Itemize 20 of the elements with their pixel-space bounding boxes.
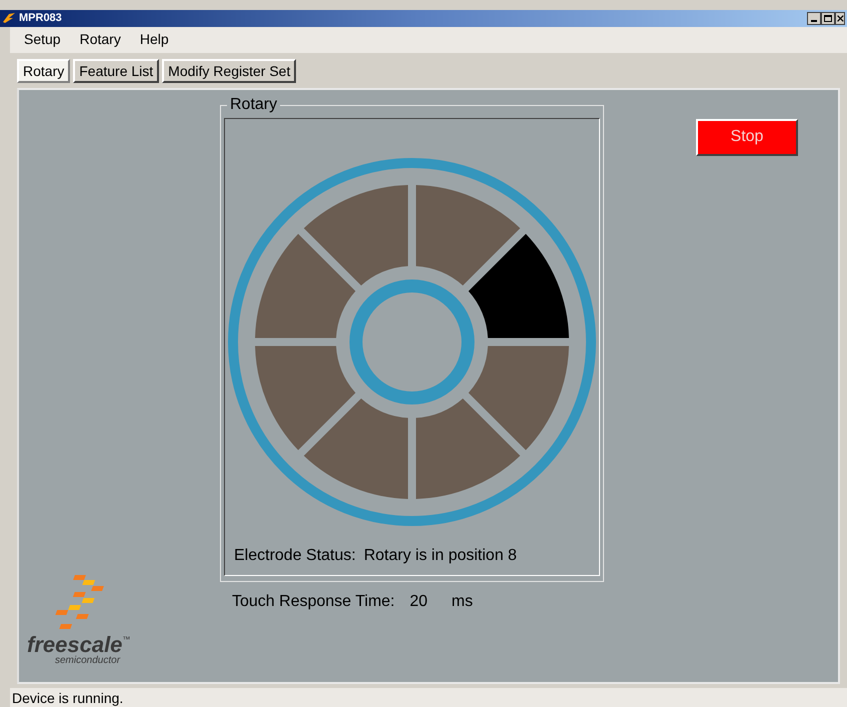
tab[interactable]: Modify Register Set — [162, 59, 296, 83]
maximize-icon[interactable] — [821, 12, 835, 25]
window-title: MPR083 — [19, 11, 62, 26]
menu-item[interactable]: Setup — [24, 29, 61, 50]
close-icon[interactable] — [835, 12, 845, 25]
tab[interactable]: Rotary — [17, 59, 70, 83]
touch-response-label: Touch Response Time: — [232, 592, 395, 612]
status-value: Rotary is in position 8 — [364, 546, 517, 566]
menu-item[interactable]: Help — [140, 29, 169, 50]
logo-wordmark: freescale — [27, 634, 122, 656]
trademark-mark: ™ — [122, 634, 130, 646]
status-label: Electrode Status: — [234, 546, 356, 566]
menu-item[interactable]: Rotary — [80, 29, 121, 50]
minimize-icon[interactable] — [807, 12, 821, 25]
status-text: Device is running. — [12, 689, 124, 707]
tab[interactable]: Feature List — [73, 59, 160, 83]
touch-response-value: 20 — [410, 592, 428, 612]
logo-tagline: semiconductor — [55, 656, 122, 666]
touch-response-unit: ms — [452, 592, 473, 612]
app-icon — [2, 12, 16, 24]
